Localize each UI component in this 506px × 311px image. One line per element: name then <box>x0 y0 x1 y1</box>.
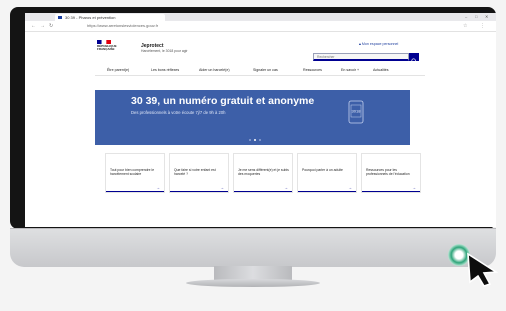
card-text: Que faire si votre enfant est harcelé ? <box>174 168 216 177</box>
nav-item[interactable]: En savoir + <box>341 68 359 73</box>
close-icon[interactable]: ✕ <box>485 15 488 19</box>
account-link[interactable]: 🔒︎ Mon espace personnel <box>359 42 398 47</box>
monitor-stand-neck <box>214 266 292 280</box>
lock-icon: 🔒︎ <box>359 42 361 46</box>
card-underline <box>362 191 420 192</box>
card-underline <box>298 191 356 192</box>
browser-menu-icon[interactable]: ⋮ <box>480 23 485 29</box>
nav-item[interactable]: Aider un harcelé(e) <box>199 68 230 73</box>
republique-logo[interactable]: RÉPUBLIQUE FRANÇAISE <box>97 44 117 52</box>
reload-icon[interactable]: ↻ <box>49 23 53 29</box>
phone-number: 3018 <box>352 109 362 114</box>
maximize-icon[interactable]: □ <box>475 15 477 19</box>
info-card[interactable]: Tout pour bien comprendre le harcèlement… <box>105 153 165 193</box>
info-card[interactable]: Ressources pour les professionnels de l'… <box>361 153 421 193</box>
phone-icon: 3018 <box>348 100 364 124</box>
tab-favicon-icon <box>58 16 62 19</box>
arrow-right-icon: → <box>348 185 352 190</box>
banner-title: 30 39, un numéro gratuit et anonyme <box>131 95 315 107</box>
info-card[interactable]: Que faire si votre enfant est harcelé ? … <box>169 153 229 193</box>
url-field[interactable]: https://www.arretonslesviolences.gouv.fr <box>87 23 417 29</box>
banner-subtitle: Des professionnels à votre écoute 7j/7 d… <box>131 110 226 115</box>
nav-item[interactable]: Signaler un cas <box>253 68 278 73</box>
nav-item[interactable]: Ressources <box>303 68 322 73</box>
carousel-dot[interactable] <box>259 139 261 141</box>
nav-divider <box>95 75 425 76</box>
carousel-dot-active[interactable] <box>254 139 256 141</box>
info-card[interactable]: Je me sens différent(e) et je subis des … <box>233 153 293 193</box>
forward-icon[interactable]: → <box>40 23 45 29</box>
minimize-icon[interactable]: – <box>465 15 467 19</box>
monitor-chin <box>10 228 496 267</box>
arrow-right-icon: → <box>220 185 224 190</box>
arrow-right-icon: → <box>412 185 416 190</box>
search-button[interactable] <box>409 53 419 64</box>
card-text: Tout pour bien comprendre le harcèlement… <box>110 168 155 177</box>
arrow-right-icon: → <box>284 185 288 190</box>
browser-tab[interactable]: 30 39 - Pharos et prévention <box>55 14 165 21</box>
logo-line: FRANÇAISE <box>97 47 115 52</box>
card-text: Pourquoi parler à un adulte <box>302 168 343 172</box>
mouse-cursor-icon <box>467 252 499 287</box>
site-tagline: Harcèlement, le 3018 pour agir <box>141 49 188 53</box>
search-icon <box>411 58 417 64</box>
arrow-right-icon: → <box>156 185 160 190</box>
nav-item[interactable]: Être parent(e) <box>107 68 129 73</box>
bookmark-star-icon[interactable]: ☆ <box>463 23 467 29</box>
card-underline <box>234 191 292 192</box>
card-underline <box>170 191 228 192</box>
nav-item[interactable]: Actualités <box>373 68 389 73</box>
card-text: Ressources pour les professionnels de l'… <box>366 168 410 177</box>
account-link-label: Mon espace personnel <box>361 42 399 46</box>
back-icon[interactable]: ← <box>31 23 36 29</box>
monitor-stand-base <box>186 279 320 287</box>
nav-item[interactable]: Les bons réflexes <box>151 68 179 73</box>
monitor-screen: 30 39 - Pharos et prévention – □ ✕ ← → ↻… <box>25 13 496 227</box>
card-text: Je me sens différent(e) et je subis des … <box>238 168 289 177</box>
card-underline <box>106 191 164 192</box>
info-card[interactable]: Pourquoi parler à un adulte → <box>297 153 357 193</box>
search-input[interactable]: Rechercher <box>313 53 409 61</box>
carousel-dot[interactable] <box>249 139 251 141</box>
